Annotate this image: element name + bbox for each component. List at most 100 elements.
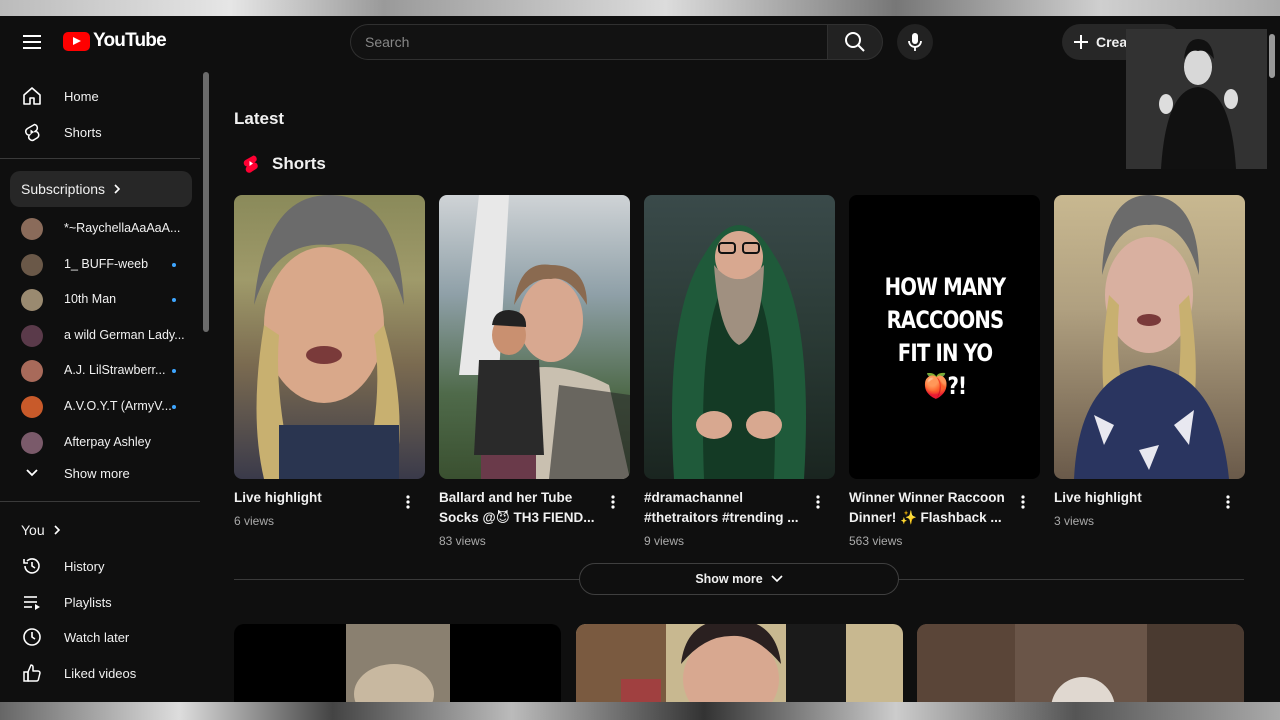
channel-name: a wild German Lady... (64, 327, 184, 342)
plus-icon (1074, 35, 1088, 49)
short-thumbnail-image (459, 195, 630, 479)
page-scrollbar[interactable] (1269, 34, 1275, 78)
sidebar-item-label: Playlists (64, 594, 112, 610)
pip-video-image (1126, 29, 1267, 169)
voice-search-button[interactable] (897, 24, 933, 60)
shorts-logo-icon (243, 155, 258, 173)
sidebar-scrollbar[interactable] (203, 72, 209, 332)
sidebar-item-home[interactable]: Home (10, 78, 192, 114)
more-actions-icon[interactable] (1220, 494, 1236, 510)
short-thumbnail-image (672, 225, 806, 479)
more-actions-icon[interactable] (810, 494, 826, 510)
avatar (21, 289, 43, 312)
short-thumbnail[interactable] (644, 195, 835, 479)
short-title[interactable]: #dramachannel #thetraitors #trending ... (644, 488, 804, 528)
short-card[interactable]: HOW MANY RACCOONS FIT IN YO 🍑?! Winner W… (849, 195, 1040, 548)
show-more-label: Show more (64, 465, 130, 481)
short-views: 563 views (849, 534, 903, 548)
avatar (21, 396, 43, 418)
shorts-title-text: Shorts (272, 154, 326, 173)
video-thumbnail[interactable] (917, 624, 1244, 702)
you-header[interactable]: You (10, 512, 192, 548)
you-label: You (21, 522, 45, 538)
sidebar-item-watch-later[interactable]: Watch later (10, 619, 192, 655)
youtube-logo[interactable]: YouTube (63, 30, 167, 52)
sidebar-item-label: Liked videos (64, 665, 137, 681)
more-actions-icon[interactable] (605, 494, 621, 510)
show-more-label: Show more (695, 572, 763, 586)
short-card[interactable]: #dramachannel #thetraitors #trending ...… (644, 195, 835, 548)
subscription-channel[interactable]: 1_ BUFF-weeb (10, 246, 192, 282)
sidebar-item-shorts[interactable]: Shorts (10, 114, 192, 150)
liked-videos-icon (22, 663, 42, 683)
home-icon (22, 86, 42, 106)
short-thumbnail-image (1074, 195, 1229, 479)
sidebar-item-label: History (64, 558, 105, 574)
video-thumbnail-image (917, 624, 1244, 702)
new-content-indicator (172, 298, 176, 303)
short-thumbnail[interactable] (1054, 195, 1245, 479)
section-title: Latest (234, 109, 285, 128)
short-title[interactable]: Ballard and her Tube Socks @😈 TH3 FIEND.… (439, 488, 599, 528)
short-thumbnail-text: HOW MANY RACCOONS FIT IN YO 🍑?! (884, 273, 1006, 400)
watch-later-icon (22, 627, 42, 647)
search-input[interactable] (350, 24, 827, 60)
short-thumbnail[interactable] (439, 195, 630, 479)
subscription-channel[interactable]: *~RaychellaAaAaA... (10, 210, 192, 246)
channel-name: 10th Man (64, 292, 117, 307)
subscription-channel[interactable]: A.J. LilStrawberr... (10, 352, 192, 388)
hamburger-menu-icon[interactable] (18, 28, 46, 56)
more-actions-icon[interactable] (1015, 494, 1031, 510)
short-card[interactable]: Ballard and her Tube Socks @😈 TH3 FIEND.… (439, 195, 630, 548)
avatar (21, 218, 43, 240)
avatar (21, 324, 43, 347)
video-thumbnail[interactable] (234, 624, 561, 702)
sidebar-divider (0, 158, 200, 159)
avatar (21, 360, 43, 383)
short-views: 6 views (234, 514, 275, 528)
new-content-indicator (172, 369, 176, 374)
top-header: YouTube Creat (0, 16, 1280, 68)
channel-name: *~RaychellaAaAaA... (64, 221, 181, 235)
avatar (21, 253, 43, 276)
video-thumbnail-image (346, 624, 450, 702)
video-thumbnail-image (576, 624, 846, 702)
sidebar-item-history[interactable]: History (10, 548, 192, 584)
short-views: 9 views (644, 534, 685, 548)
playlists-icon (22, 592, 42, 612)
sidebar-item-playlists[interactable]: Playlists (10, 584, 192, 620)
short-thumbnail[interactable] (234, 195, 425, 479)
chevron-down-icon (771, 575, 783, 583)
sidebar: Home Shorts Subscriptions *~RaychellaAaA… (0, 72, 210, 702)
channel-name: Afterpay Ashley (64, 434, 151, 449)
sidebar-show-more[interactable]: Show more (10, 455, 192, 491)
more-actions-icon[interactable] (400, 494, 416, 510)
sidebar-item-liked-videos[interactable]: Liked videos (10, 655, 192, 691)
video-thumbnail[interactable] (576, 624, 903, 702)
subscription-channel[interactable]: 10th Man (10, 281, 192, 317)
search-button[interactable] (827, 24, 883, 60)
short-title[interactable]: Live highlight (234, 488, 394, 508)
subscriptions-header[interactable]: Subscriptions (10, 171, 192, 207)
subscription-channel[interactable]: a wild German Lady... (10, 317, 192, 353)
screen-bottom-edge (0, 702, 1280, 720)
short-views: 3 views (1054, 514, 1095, 528)
youtube-play-icon (63, 31, 90, 51)
search-bar (350, 24, 883, 60)
show-more-button[interactable]: Show more (579, 563, 899, 595)
short-card[interactable]: Live highlight 3 views (1054, 195, 1245, 528)
new-content-indicator (172, 405, 176, 409)
main-content: Latest Shorts View all Live highlight 6 … (234, 72, 1246, 702)
picture-in-picture-video[interactable] (1126, 29, 1267, 169)
sidebar-item-label: Home (64, 88, 99, 104)
short-card[interactable]: Live highlight 6 views (234, 195, 425, 528)
subscription-channel[interactable]: A.V.O.Y.T (ArmyV... (10, 388, 192, 424)
short-title[interactable]: Live highlight (1054, 488, 1214, 508)
new-content-indicator (172, 262, 176, 267)
sidebar-divider (0, 501, 200, 502)
channel-name: 1_ BUFF-weeb (64, 256, 149, 271)
short-title[interactable]: Winner Winner Raccoon Dinner! ✨ Flashbac… (849, 488, 1009, 528)
short-thumbnail[interactable]: HOW MANY RACCOONS FIT IN YO 🍑?! (849, 195, 1040, 479)
sidebar-item-label: Watch later (64, 629, 130, 645)
history-icon (22, 556, 42, 576)
